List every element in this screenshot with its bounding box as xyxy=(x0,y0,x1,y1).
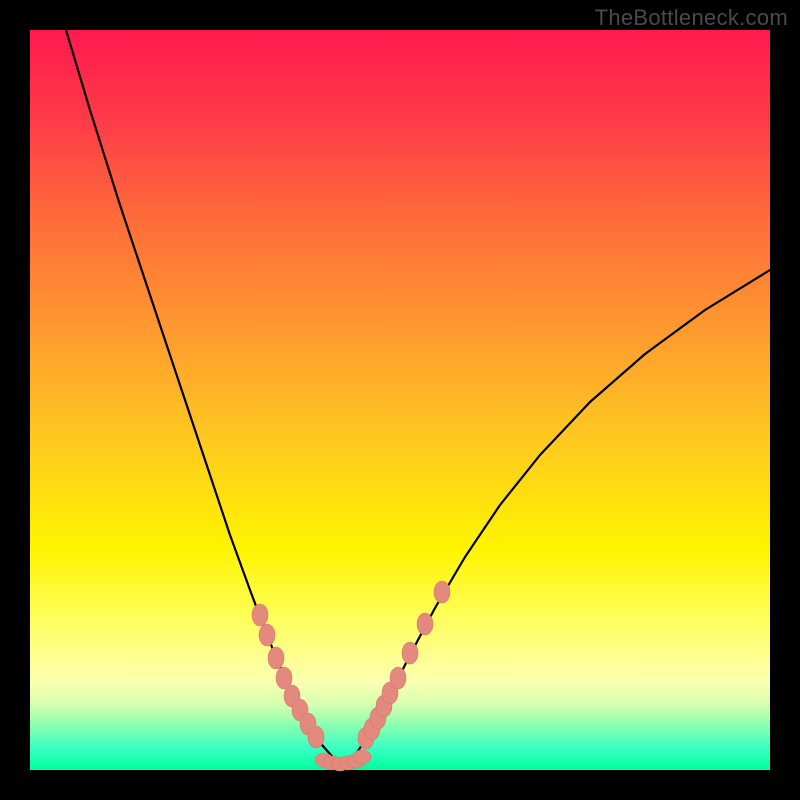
data-dot xyxy=(390,667,406,689)
data-dot xyxy=(308,726,324,748)
data-dot xyxy=(353,750,371,764)
plot-area xyxy=(30,30,770,770)
dots-layer xyxy=(252,581,450,771)
dot-group-bottom-dots xyxy=(315,750,371,771)
dot-group-left-dots xyxy=(252,604,324,748)
curve-right-branch xyxy=(340,270,770,765)
data-dot xyxy=(259,624,275,646)
data-dot xyxy=(268,647,284,669)
data-dot xyxy=(417,613,433,635)
chart-stage: TheBottleneck.com xyxy=(0,0,800,800)
chart-svg xyxy=(30,30,770,770)
data-dot xyxy=(402,642,418,664)
data-dot xyxy=(252,604,268,626)
curve-left-branch xyxy=(66,30,340,765)
data-dot xyxy=(434,581,450,603)
watermark-text: TheBottleneck.com xyxy=(595,5,788,31)
